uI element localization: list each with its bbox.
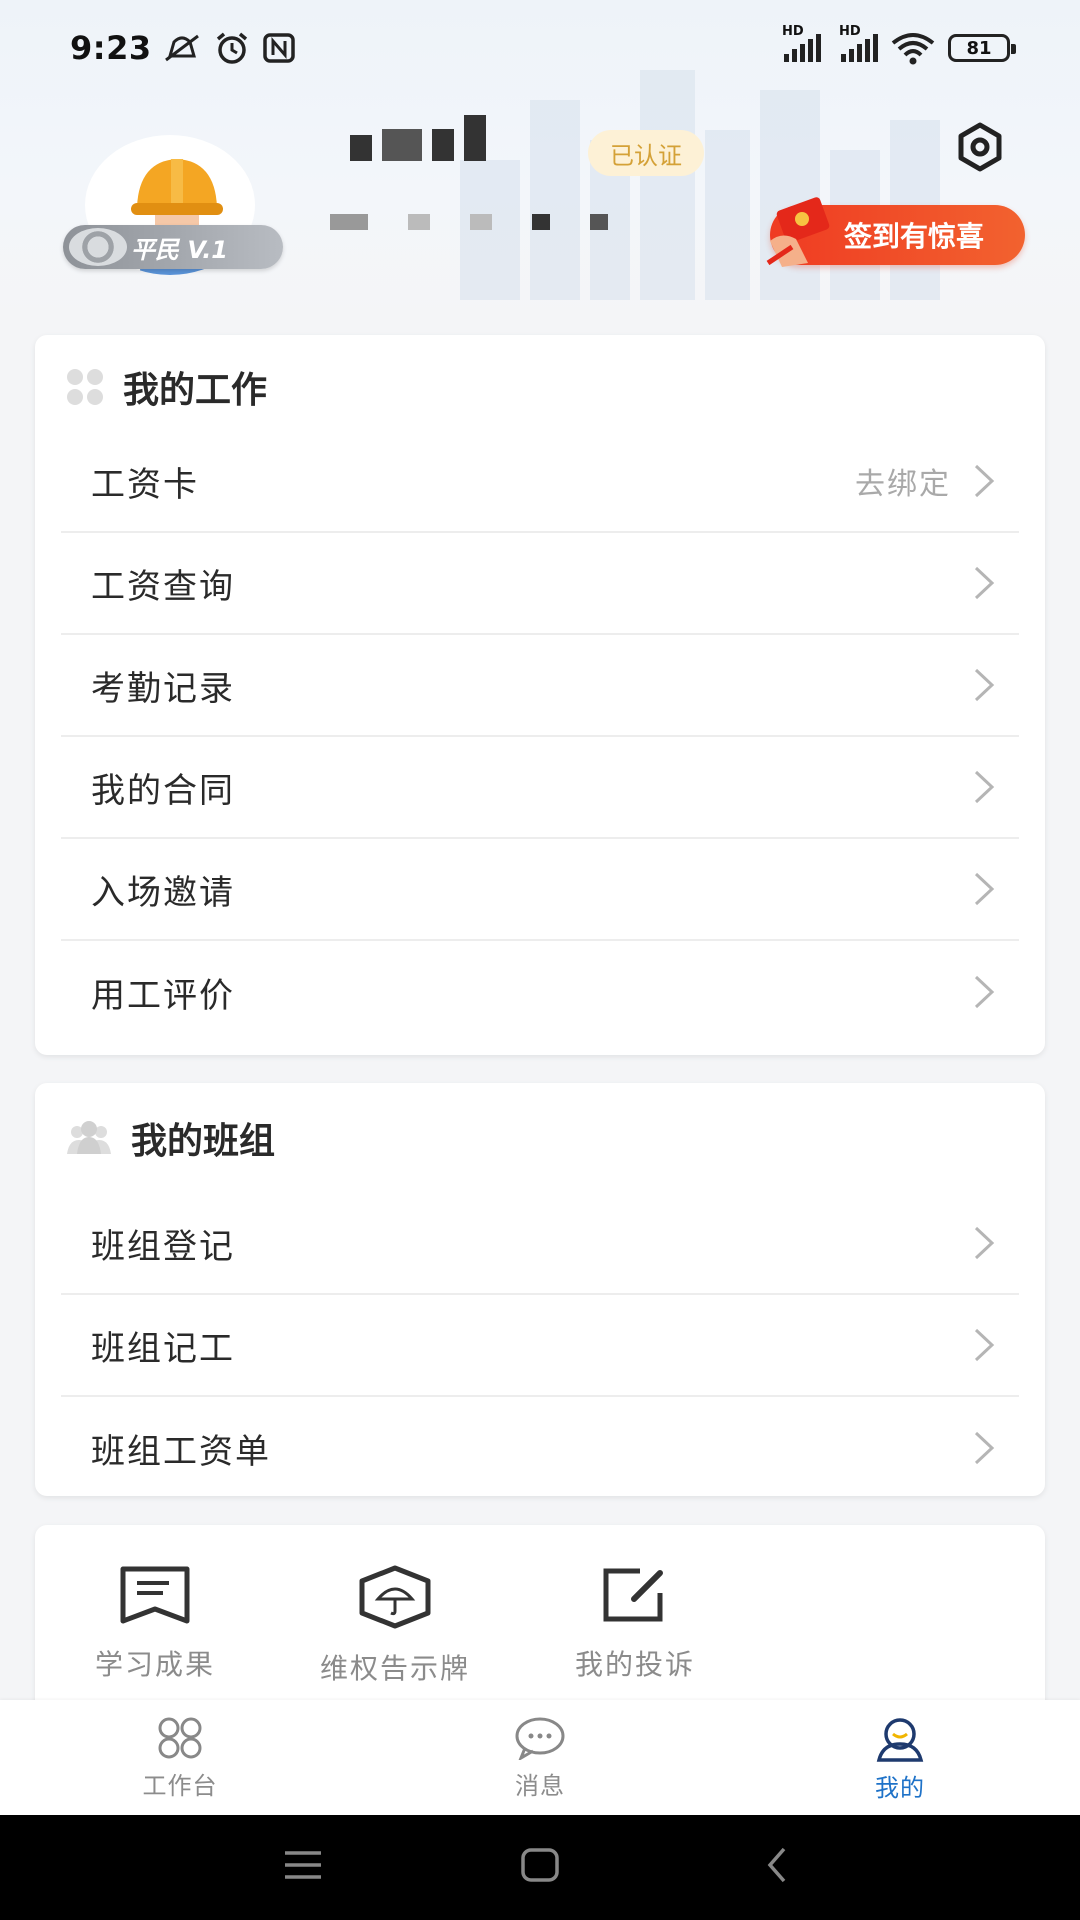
chevron-right-icon [974,975,995,1009]
chevron-right-icon [974,872,995,906]
avatar[interactable]: 平民 V.1 [63,135,283,275]
status-time: 9:23 [70,29,152,67]
my-work-title: 我的工作 [123,370,268,411]
list-item-employment-review[interactable]: 用工评价 [61,941,1019,1043]
bind-link[interactable]: 去绑定 [855,459,951,503]
list-item-salary-query[interactable]: 工资查询 [61,533,1019,635]
status-bar: 9:23 HD HD 81 [0,0,1080,96]
list-item-team-register[interactable]: 班组登记 [61,1193,1019,1295]
my-work-card: 我的工作 工资卡 去绑定 工资查询 考勤记录 我的合同 入场邀请 用工评价 [35,335,1045,1055]
red-envelope-icon [766,197,830,267]
tab-mine[interactable]: 我的 [720,1700,1080,1815]
row-label: 班组工资单 [91,1431,271,1472]
quick-action-complaints[interactable]: 我的投诉 [515,1565,755,1687]
row-label: 入场邀请 [91,872,235,913]
user-icon [876,1718,924,1762]
my-work-header: 我的工作 [35,335,1045,431]
system-navigation-bar [0,1815,1080,1920]
menu-icon[interactable] [283,1845,323,1885]
user-name-redacted [350,115,486,161]
level-coin-icon [69,228,127,266]
chevron-right-icon [974,1226,995,1260]
chevron-right-icon [974,464,995,498]
row-label: 班组记工 [91,1328,235,1369]
row-label: 工资查询 [91,566,235,607]
tab-label: 我的 [875,1774,925,1802]
verified-badge: 已认证 [588,130,704,176]
book-flag-icon [120,1566,190,1624]
list-item-team-worklog[interactable]: 班组记工 [61,1295,1019,1397]
row-label: 工资卡 [91,464,199,505]
bottom-tab-bar: 工作台 消息 我的 [0,1700,1080,1815]
alarm-icon [216,32,247,64]
mute-vibrate-icon [164,34,199,62]
battery-icon: 81 [948,34,1016,62]
row-label: 用工评价 [91,975,235,1016]
wifi-icon [891,33,935,65]
row-label: 班组登记 [91,1226,235,1267]
settings-icon[interactable] [955,122,1005,172]
umbrella-shield-icon [359,1565,431,1629]
quick-action-learning[interactable]: 学习成果 [35,1565,275,1687]
apps-grid-icon [67,369,103,405]
user-phone-redacted [330,214,608,230]
list-item-attendance[interactable]: 考勤记录 [61,635,1019,737]
list-item-site-invitation[interactable]: 入场邀请 [61,839,1019,941]
tab-workbench[interactable]: 工作台 [0,1700,360,1815]
my-team-title: 我的班组 [131,1121,276,1162]
row-label: 我的合同 [91,770,235,811]
chevron-right-icon [974,668,995,702]
quick-label: 学习成果 [94,1648,215,1681]
home-icon[interactable] [520,1845,560,1885]
edit-icon [603,1568,663,1622]
chevron-right-icon [974,1431,995,1465]
signal-2-icon: HD [839,24,878,62]
list-item-team-payroll[interactable]: 班组工资单 [61,1397,1019,1499]
my-team-card: 我的班组 班组登记 班组记工 班组工资单 [35,1083,1045,1496]
chevron-right-icon [974,1328,995,1362]
quick-label: 我的投诉 [574,1648,695,1681]
list-item-salary-card[interactable]: 工资卡 去绑定 [61,431,1019,533]
chevron-right-icon [974,566,995,600]
chevron-right-icon [974,770,995,804]
tab-label: 工作台 [142,1772,218,1800]
back-icon[interactable] [762,1845,792,1885]
tab-messages[interactable]: 消息 [360,1700,720,1815]
level-badge: 平民 V.1 [63,225,283,269]
tab-label: 消息 [515,1772,565,1800]
quick-action-rights-notice[interactable]: 维权告示牌 [275,1565,515,1687]
team-people-icon [67,1121,111,1154]
my-team-header: 我的班组 [35,1083,1045,1193]
list-item-contracts[interactable]: 我的合同 [61,737,1019,839]
profile-header: 9:23 HD HD 81 平民 V.1 已认证 签到有惊喜 [0,0,1080,320]
quick-label: 维权告示牌 [319,1652,470,1685]
nfc-icon [262,33,295,63]
signal-1-icon: HD [782,24,821,62]
checkin-button[interactable]: 签到有惊喜 [766,197,1025,267]
chat-icon [515,1717,565,1760]
grid-icon [158,1717,202,1759]
row-label: 考勤记录 [91,668,235,709]
